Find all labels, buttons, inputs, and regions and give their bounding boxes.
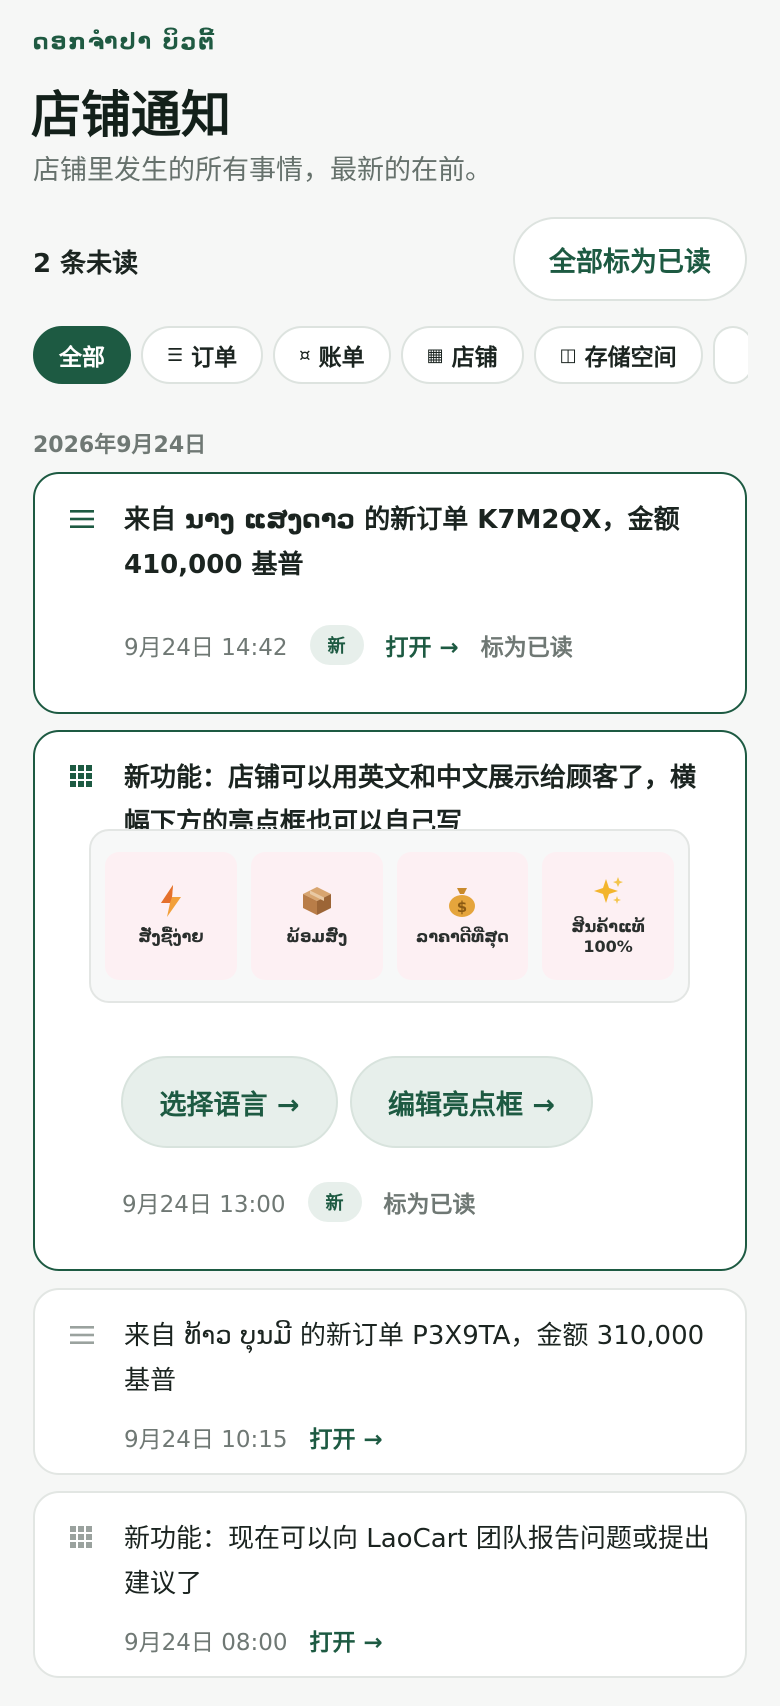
currency-icon: ¤ (299, 344, 311, 366)
highlight-label: ສັ່ງຊື້ງ່າຍ (138, 927, 204, 946)
list-icon: ☰ (167, 344, 184, 366)
filter-chip-storage[interactable]: ◫ 存储空间 (533, 326, 703, 384)
notification-meta: 9月24日 13:00 新 标为已读 (122, 1182, 476, 1222)
notification-card[interactable]: 来自 ທ້າວ ບຸນມີ 的新订单 P3X9TA，金额 310,000 基普 … (33, 1288, 747, 1475)
filter-chip-all[interactable]: 全部 (33, 326, 131, 384)
notification-time: 9月24日 14:42 (124, 635, 288, 661)
unread-count: 2 条未读 (33, 249, 139, 279)
notification-time: 9月24日 08:00 (124, 1630, 288, 1656)
grid-icon (69, 1525, 95, 1551)
money-bag-icon: $ (447, 885, 477, 917)
highlight-label: ພ້ອມສົ່ງ (286, 927, 348, 946)
highlight-label: ສິນຄ້າແທ້ 100% (571, 917, 645, 956)
date-group-header: 2026年9月24日 (33, 433, 207, 458)
edit-highlights-button[interactable]: 编辑亮点框 → (350, 1056, 593, 1148)
mark-read-link[interactable]: 标为已读 (481, 628, 573, 662)
list-icon (69, 1322, 95, 1348)
filter-chip-label: 订单 (191, 345, 238, 371)
filter-chip-orders[interactable]: ☰ 订单 (141, 326, 264, 384)
notification-title: 来自 ທ້າວ ບຸນມີ 的新订单 P3X9TA，金额 310,000 基普 (124, 1321, 705, 1396)
mark-read-link[interactable]: 标为已读 (384, 1185, 476, 1219)
shop-name: ດອກຈຳປາ ບິວຕີ້ (33, 30, 216, 55)
highlights-preview: ສັ່ງຊື້ງ່າຍ ພ້ອມສົ່ງ $ ລາຄາດີທີ່ສຸດ ສິນຄ… (89, 829, 690, 1003)
highlight-tile: ພ້ອມສົ່ງ (250, 852, 383, 980)
open-link[interactable]: 打开 → (386, 628, 459, 662)
page-title: 店铺通知 (31, 86, 231, 144)
highlight-tile: $ ລາຄາດີທີ່ສຸດ (396, 852, 529, 980)
storage-icon: ◫ (559, 344, 577, 366)
filter-chip-shop[interactable]: ▦ 店铺 (400, 326, 524, 384)
svg-text:$: $ (457, 898, 467, 916)
notifications-page: ດອກຈຳປາ ບິວຕີ້ 店铺通知 店铺里发生的所有事情，最新的在前。 2 … (0, 0, 780, 1706)
filter-bar: 全部 ☰ 订单 ¤ 账单 ▦ 店铺 ◫ 存储空间 (33, 326, 748, 388)
notification-meta: 9月24日 14:42 新 打开 → 标为已读 (124, 625, 573, 665)
package-icon (301, 885, 333, 917)
grid-icon (69, 764, 95, 790)
notification-time: 9月24日 13:00 (122, 1192, 286, 1218)
notification-meta: 9月24日 10:15 打开 → (124, 1420, 383, 1454)
notification-title: 来自 ນາງ ແສງດາວ 的新订单 K7M2QX，金额 410,000 基普 (124, 505, 680, 580)
open-link[interactable]: 打开 → (310, 1420, 383, 1454)
highlight-tile: ສິນຄ້າແທ້ 100% (542, 852, 674, 980)
filter-chip-more[interactable] (712, 326, 748, 384)
page-subtitle: 店铺里发生的所有事情，最新的在前。 (33, 155, 492, 186)
sparkles-icon (592, 875, 624, 907)
filter-chip-label: 全部 (59, 345, 105, 371)
notification-card[interactable]: 新功能：现在可以向 LaoCart 团队报告问题或提出建议了 9月24日 08:… (33, 1491, 747, 1678)
notification-card[interactable]: 来自 ນາງ ແສງດາວ 的新订单 K7M2QX，金额 410,000 基普 … (33, 472, 747, 714)
mark-all-read-button[interactable]: 全部标为已读 (513, 217, 747, 301)
lightning-icon (159, 885, 183, 917)
open-link[interactable]: 打开 → (310, 1623, 383, 1657)
filter-chip-label: 店铺 (451, 345, 498, 371)
new-badge: 新 (309, 625, 364, 665)
notification-meta: 9月24日 08:00 打开 → (124, 1623, 383, 1657)
choose-language-button[interactable]: 选择语言 → (121, 1056, 338, 1148)
list-icon (69, 506, 95, 532)
grid-icon: ▦ (426, 344, 444, 366)
filter-chip-label: 存储空间 (584, 345, 677, 371)
highlight-tile: ສັ່ງຊື້ງ່າຍ (105, 852, 237, 980)
filter-chip-billing[interactable]: ¤ 账单 (273, 326, 391, 384)
notification-title: 新功能：现在可以向 LaoCart 团队报告问题或提出建议了 (124, 1524, 710, 1599)
filter-chip-label: 账单 (318, 345, 365, 371)
highlight-label: ລາຄາດີທີ່ສຸດ (416, 927, 509, 946)
notification-time: 9月24日 10:15 (124, 1427, 288, 1453)
new-badge: 新 (307, 1182, 362, 1222)
